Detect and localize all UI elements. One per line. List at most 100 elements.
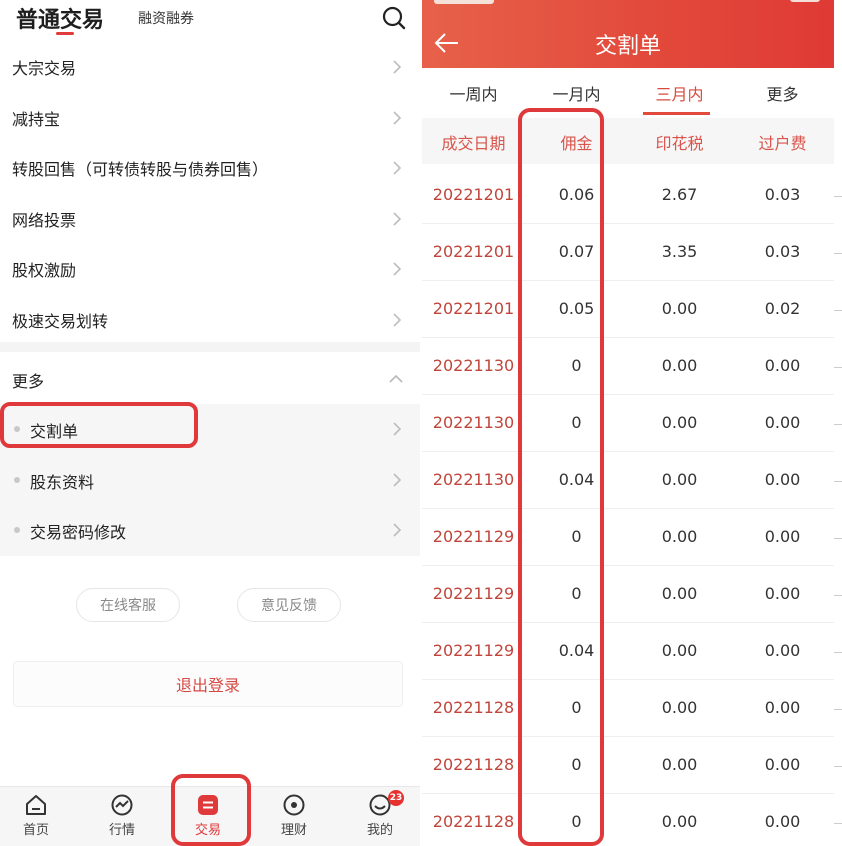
cell-transfer-fee: 0.00 bbox=[764, 812, 801, 831]
row-scroll-tick bbox=[834, 253, 842, 254]
menu-item-label: 大宗交易 bbox=[12, 59, 77, 78]
tab-one-month[interactable]: 一月内 bbox=[525, 81, 628, 105]
menu-item[interactable]: 网络投票 bbox=[0, 194, 420, 244]
chevron-right-icon bbox=[390, 60, 404, 74]
row-scroll-tick bbox=[834, 367, 842, 368]
table-row[interactable]: 20221128 0 0.00 0.00 bbox=[422, 737, 834, 794]
column-header-trade-date: 成交日期 bbox=[441, 134, 506, 153]
highlight-annotation-commission-column bbox=[518, 108, 604, 846]
table-row[interactable]: 20221129 0 0.00 0.00 bbox=[422, 509, 834, 566]
menu-item-label: 减持宝 bbox=[12, 109, 61, 129]
tab-wealth[interactable]: 理财 bbox=[264, 787, 324, 846]
cell-trade-date: 20221129 bbox=[432, 527, 515, 546]
more-label: 更多 bbox=[12, 372, 45, 391]
row-scroll-tick bbox=[834, 595, 842, 596]
cell-trade-date: 20221201 bbox=[432, 185, 515, 204]
market-icon bbox=[110, 793, 134, 817]
bullet-dot bbox=[14, 476, 20, 483]
submenu-item-label: 交易密码修改 bbox=[30, 523, 127, 542]
cell-trade-date: 20221130 bbox=[432, 413, 515, 432]
menu-item-label: 极速交易划转 bbox=[12, 311, 109, 331]
submenu-item-label: 股东资料 bbox=[30, 472, 95, 492]
cell-trade-date: 20221129 bbox=[432, 641, 515, 660]
menu-item[interactable]: 极速交易划转 bbox=[0, 295, 420, 345]
cell-transfer-fee: 0.03 bbox=[764, 242, 801, 261]
table-row[interactable]: 20221128 0 0.00 0.00 bbox=[422, 680, 834, 737]
tab-label: 我的 bbox=[366, 823, 393, 838]
cell-transfer-fee: 0.00 bbox=[764, 584, 801, 603]
settlement-panel: 交割单 一周内 一月内 三月内 更多 成交日期 佣金 印花税 过户费 20221… bbox=[422, 0, 842, 846]
page-title: 交割单 bbox=[594, 34, 661, 59]
cell-stamp-tax: 0.00 bbox=[661, 299, 698, 318]
menu-item[interactable]: 股权激励 bbox=[0, 244, 420, 294]
cell-transfer-fee: 0.00 bbox=[764, 527, 801, 546]
table-row[interactable]: 20221128 0 0.00 0.00 bbox=[422, 794, 834, 846]
cell-transfer-fee: 0.00 bbox=[764, 698, 801, 717]
tab-more[interactable]: 更多 bbox=[731, 81, 834, 105]
tab-home[interactable]: 首页 bbox=[6, 787, 66, 846]
cell-trade-date: 20221128 bbox=[432, 812, 515, 831]
cell-stamp-tax: 0.00 bbox=[661, 584, 698, 603]
chevron-right-icon bbox=[390, 312, 404, 327]
menu-item-label: 股权激励 bbox=[12, 261, 77, 280]
period-tabs: 一周内 一月内 三月内 更多 bbox=[422, 68, 834, 116]
table-row[interactable]: 20221130 0 0.00 0.00 bbox=[422, 338, 834, 395]
tab-profile[interactable]: 23 我的 bbox=[350, 787, 410, 846]
active-period-underline bbox=[643, 112, 710, 115]
trading-header: 普通交易 融资融券 bbox=[0, 0, 420, 40]
table-row[interactable]: 20221130 0 0.00 0.00 bbox=[422, 395, 834, 452]
table-row[interactable]: 20221201 0.07 3.35 0.03 bbox=[422, 224, 834, 281]
cell-transfer-fee: 0.00 bbox=[764, 356, 801, 375]
feedback-button[interactable]: 意见反馈 bbox=[237, 588, 341, 622]
cell-transfer-fee: 0.00 bbox=[764, 641, 801, 660]
cell-stamp-tax: 3.35 bbox=[661, 242, 698, 261]
row-scroll-tick bbox=[834, 652, 842, 653]
trading-menu-panel: 普通交易 融资融券 大宗交易减持宝转股回售（可转债转股与债券回售） 网络投票股权激… bbox=[0, 0, 420, 846]
table-row[interactable]: 20221129 0.04 0.00 0.00 bbox=[422, 623, 834, 680]
search-icon[interactable] bbox=[381, 5, 407, 31]
tab-one-week[interactable]: 一周内 bbox=[422, 81, 525, 105]
table-row[interactable]: 20221201 0.05 0.00 0.02 bbox=[422, 281, 834, 338]
chevron-right-icon bbox=[390, 161, 404, 175]
row-scroll-tick bbox=[834, 709, 842, 710]
menu-item[interactable]: 减持宝 bbox=[0, 93, 420, 143]
cell-trade-date: 20221130 bbox=[432, 470, 515, 489]
online-service-button[interactable]: 在线客服 bbox=[76, 588, 180, 622]
highlight-annotation-settlement bbox=[0, 402, 198, 448]
menu-item[interactable]: 转股回售（可转债转股与债券回售） bbox=[0, 143, 420, 193]
chevron-right-icon bbox=[390, 523, 404, 537]
cell-trade-date: 20221201 bbox=[432, 242, 515, 261]
table-row[interactable]: 20221129 0 0.00 0.00 bbox=[422, 566, 834, 623]
menu-item[interactable]: 大宗交易 bbox=[0, 42, 420, 92]
tab-three-months[interactable]: 三月内 bbox=[628, 81, 731, 105]
logout-button[interactable]: 退出登录 bbox=[13, 661, 403, 707]
cell-stamp-tax: 0.00 bbox=[661, 470, 698, 489]
settlement-header: 交割单 bbox=[422, 0, 834, 68]
submenu-item[interactable]: 股东资料 bbox=[0, 455, 420, 505]
cell-stamp-tax: 0.00 bbox=[661, 812, 698, 831]
section-divider bbox=[0, 342, 420, 352]
cell-trade-date: 20221201 bbox=[432, 299, 515, 318]
cell-trade-date: 20221129 bbox=[432, 584, 515, 603]
submenu-item[interactable]: 交易密码修改 bbox=[0, 505, 420, 555]
more-section-header[interactable]: 更多 bbox=[0, 354, 420, 402]
column-header-stamp-tax: 印花税 bbox=[655, 134, 704, 153]
home-icon bbox=[24, 793, 48, 817]
tab-market[interactable]: 行情 bbox=[92, 787, 152, 846]
row-scroll-tick bbox=[834, 481, 842, 482]
table-row[interactable]: 20221130 0.04 0.00 0.00 bbox=[422, 452, 834, 509]
row-scroll-tick bbox=[834, 766, 842, 767]
tab-ordinary-trading[interactable]: 普通交易 bbox=[16, 2, 104, 34]
tab-label: 行情 bbox=[108, 823, 135, 838]
chevron-right-icon bbox=[390, 262, 404, 276]
row-scroll-tick bbox=[834, 196, 842, 197]
cell-transfer-fee: 0.00 bbox=[764, 755, 801, 774]
table-row[interactable]: 20221201 0.06 2.67 0.03 bbox=[422, 167, 834, 224]
wealth-icon bbox=[282, 793, 306, 817]
cell-stamp-tax: 0.00 bbox=[661, 413, 698, 432]
chevron-right-icon bbox=[390, 110, 404, 125]
tab-margin-trading[interactable]: 融资融券 bbox=[138, 8, 194, 28]
active-tab-underline bbox=[56, 32, 74, 35]
menu-item-label: 网络投票 bbox=[12, 210, 77, 230]
chevron-right-icon bbox=[390, 211, 404, 226]
